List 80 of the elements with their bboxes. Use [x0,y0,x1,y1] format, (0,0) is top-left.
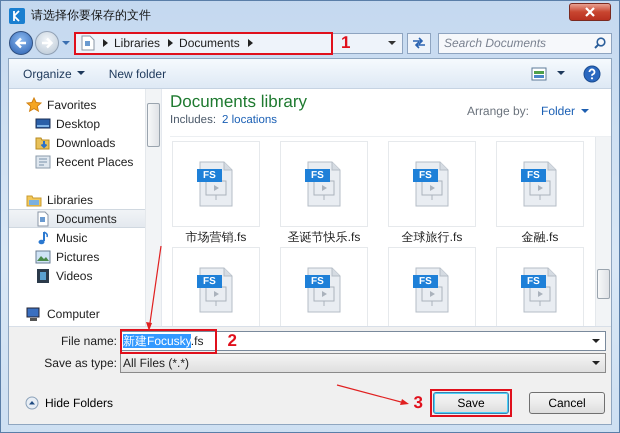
toolbar-button[interactable]: Organize [17,64,91,84]
nav-icon [35,134,51,150]
breadcrumb-item[interactable]: Documents [179,36,240,50]
nav-item[interactable]: Libraries [9,190,145,209]
library-title: Documents library [170,92,307,112]
view-icon[interactable] [531,66,547,80]
toolbar-button[interactable]: New folder [102,64,172,84]
nav-icon [26,306,42,322]
address-bar[interactable]: Libraries Documents 1 [75,32,403,54]
file-type-badge: FS [305,169,330,182]
file-type-badge: FS [413,169,438,182]
file-type-badge: FS [413,275,438,288]
nav-item[interactable]: Music [9,228,145,247]
dialog-button[interactable]: Cancel [529,392,605,414]
file-thumbnail[interactable]: FS [280,141,368,227]
nav-icon [26,96,42,112]
arrow-right-icon [40,36,54,50]
scrollbar[interactable] [145,89,161,326]
includes-label: Includes: [170,114,216,126]
scrollbar[interactable] [595,137,611,326]
arrange-dropdown[interactable]: Folder [538,101,591,121]
file-type-badge: FS [197,169,222,182]
hide-folders-button[interactable]: Hide Folders [19,395,120,411]
caret-icon[interactable] [592,338,600,344]
save-type-label: Save as type: [43,356,117,370]
collapse-icon [25,396,39,410]
file-name[interactable]: 金融.fs [522,227,558,247]
file-name-field[interactable]: 新建Focusky.fs 2 [120,331,606,351]
nav-item[interactable]: Videos [9,266,145,285]
callout-number: 1 [341,33,350,53]
locations-link[interactable]: 2 locations [222,114,278,126]
caret-icon [581,108,589,114]
help-icon[interactable] [583,64,601,82]
search-field[interactable]: Search Documents [438,32,612,54]
refresh-button[interactable] [407,32,431,54]
file-type-badge: FS [521,169,546,182]
file-type-badge: FS [521,275,546,288]
dialog-button[interactable]: Save [433,392,509,414]
file-name[interactable]: 全球旅行.fs [402,227,462,247]
nav-item[interactable]: Downloads [9,133,145,152]
nav-item[interactable]: Documents [9,209,145,228]
caret-icon[interactable] [388,40,396,46]
close-icon [584,6,596,16]
arrow-left-icon [14,36,28,50]
file-name[interactable]: 市场营销.fs [186,227,246,247]
file-name[interactable]: 圣诞节快乐.fs [288,227,360,247]
breadcrumb-item[interactable]: Libraries [114,36,160,50]
chevron-icon [168,39,174,47]
file-name-label: File name: [60,334,117,348]
search-icon [594,37,606,49]
file-thumbnail[interactable]: FS [172,141,260,227]
window-title: 请选择你要保存的文件 [31,7,151,24]
chevron-icon [248,39,254,47]
file-thumbnail[interactable]: FS [496,141,584,227]
nav-icon [35,210,51,226]
caret-icon [592,360,600,366]
app-icon [9,8,25,24]
close-button[interactable] [569,2,611,20]
document-icon [81,35,95,51]
back-button[interactable] [9,31,33,55]
file-type-badge: FS [197,275,222,288]
nav-item[interactable]: Computer [9,304,145,323]
save-type-dropdown[interactable]: All Files (*.*) [120,353,606,373]
nav-icon [35,248,51,264]
filename-text: 新建Focusky.fs [123,332,204,350]
nav-icon [35,154,51,170]
nav-item[interactable]: Pictures [9,247,145,266]
caret-icon[interactable] [557,71,565,76]
nav-item[interactable]: Favorites [9,95,145,114]
file-type-badge: FS [305,275,330,288]
nav-item[interactable]: Desktop [9,114,145,133]
refresh-icon [412,37,426,49]
arrange-label: Arrange by: [466,104,529,118]
file-thumbnail[interactable]: FS [388,141,476,227]
nav-item[interactable]: Recent Places [9,152,145,171]
nav-icon [35,116,51,132]
nav-icon [35,268,51,284]
callout-number: 2 [227,331,237,351]
callout-number: 3 [414,393,423,413]
chevron-icon [103,39,109,47]
